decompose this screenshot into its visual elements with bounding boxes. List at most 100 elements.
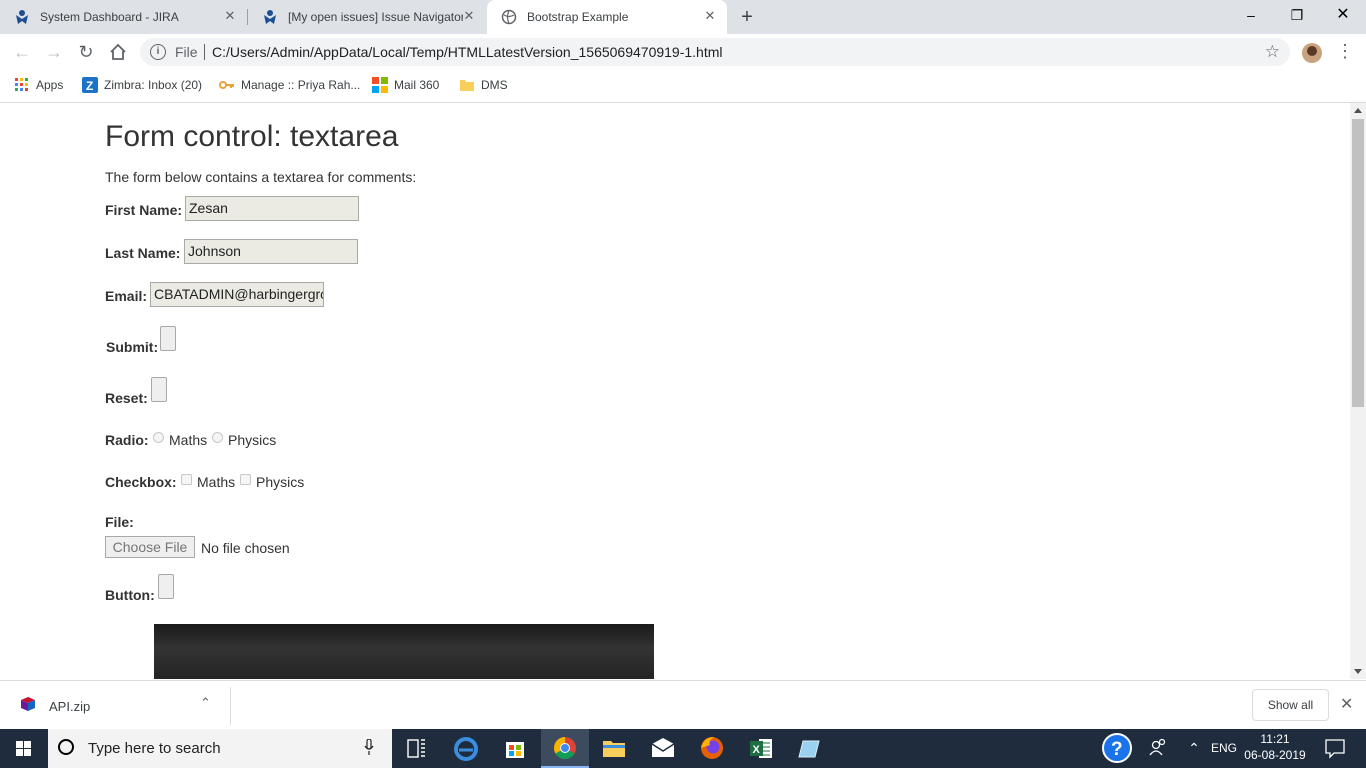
tray-people[interactable]: [1146, 729, 1170, 768]
new-tab-button[interactable]: +: [737, 7, 757, 27]
radio-physics[interactable]: [212, 432, 223, 443]
file-status: No file chosen: [201, 540, 290, 556]
first-name-input[interactable]: Zesan: [185, 196, 359, 221]
bookmark-label: Zimbra: Inbox (20): [104, 78, 203, 92]
taskbar-chrome[interactable]: [541, 729, 589, 768]
taskbar-clock[interactable]: 11:21 06-08-2019: [1240, 731, 1310, 763]
bookmark-zimbra[interactable]: Z Zimbra: Inbox (20): [82, 77, 202, 95]
notes-app-icon: [798, 740, 820, 758]
url-text[interactable]: C:/Users/Admin/AppData/Local/Temp/HTMLLa…: [212, 44, 723, 60]
bookmark-mail360[interactable]: Mail 360: [372, 77, 439, 95]
email-label: Email:: [105, 288, 148, 304]
page-title: Form control: textarea: [105, 120, 399, 153]
taskbar-edge[interactable]: [442, 729, 490, 768]
home-button[interactable]: [106, 40, 130, 64]
download-shelf: API.zip ⌃ Show all ✕: [0, 680, 1366, 730]
chevron-up-icon[interactable]: ⌃: [200, 695, 211, 711]
reset-button[interactable]: [151, 377, 167, 402]
task-view-icon: [407, 739, 425, 758]
svg-text:?: ?: [1111, 739, 1123, 760]
close-icon[interactable]: ✕: [703, 9, 717, 23]
store-icon: [506, 742, 524, 758]
page-intro: The form below contains a textarea for c…: [105, 169, 417, 185]
search-icon: [58, 739, 74, 755]
close-icon[interactable]: ✕: [1340, 694, 1353, 714]
tray-chevron-up-icon[interactable]: ⌃: [1184, 729, 1204, 768]
bookmark-manage[interactable]: Manage :: Priya Rah...: [219, 77, 360, 95]
taskbar-store[interactable]: [491, 729, 539, 768]
chrome-icon: [554, 737, 576, 759]
mail360-icon: [372, 77, 388, 93]
page-image: [154, 624, 654, 679]
scroll-up-arrow-icon[interactable]: [1354, 108, 1362, 113]
bookmark-label: Apps: [36, 78, 64, 92]
edge-icon: [454, 737, 478, 761]
minimize-button[interactable]: –: [1228, 0, 1274, 30]
bookmark-label: Manage :: Priya Rah...: [241, 78, 361, 92]
bookmark-apps[interactable]: Apps: [14, 77, 63, 95]
email-input[interactable]: CBATADMIN@harbingergro: [150, 282, 324, 307]
address-bar[interactable]: i File C:/Users/Admin/AppData/Local/Temp…: [140, 38, 1290, 66]
checkbox-label: Checkbox:: [105, 474, 177, 490]
home-icon: [110, 43, 126, 60]
download-filename[interactable]: API.zip: [49, 699, 90, 714]
submit-button[interactable]: [160, 326, 176, 351]
tray-language[interactable]: ENG: [1211, 729, 1241, 768]
jira-icon: [264, 10, 276, 24]
key-icon: [219, 81, 234, 89]
bookmarks-bar: Apps Z Zimbra: Inbox (20) Manage :: Priya…: [0, 70, 1366, 103]
svg-text:Z: Z: [86, 79, 93, 93]
checkbox-maths[interactable]: [181, 474, 192, 485]
taskbar-firefox[interactable]: [688, 729, 736, 768]
forward-button[interactable]: →: [42, 40, 66, 64]
browser-menu-button[interactable]: ⋮: [1335, 41, 1355, 63]
shelf-divider: [230, 687, 231, 725]
profile-avatar[interactable]: [1302, 43, 1322, 63]
taskbar-file-explorer[interactable]: [590, 729, 638, 768]
reload-button[interactable]: ↻: [74, 40, 98, 64]
page-content: Form control: textarea The form below co…: [0, 103, 1350, 679]
notification-icon: [1325, 739, 1345, 759]
radio-maths-label: Maths: [169, 432, 208, 448]
help-icon: ?: [1102, 733, 1132, 763]
taskbar-app[interactable]: [786, 729, 834, 768]
info-icon[interactable]: i: [150, 44, 166, 60]
close-icon[interactable]: ✕: [223, 9, 237, 23]
taskbar-mail[interactable]: [639, 729, 687, 768]
start-button[interactable]: [0, 729, 48, 768]
search-placeholder: Type here to search: [88, 740, 221, 757]
generic-button[interactable]: [158, 574, 174, 599]
back-button[interactable]: ←: [10, 40, 34, 64]
tab-strip: System Dashboard - JIRA ✕ [My open issue…: [0, 0, 1366, 34]
tray-help[interactable]: ?: [1100, 729, 1134, 768]
close-icon[interactable]: ✕: [462, 9, 476, 23]
bookmark-star-icon[interactable]: ☆: [1265, 42, 1280, 62]
window-close-button[interactable]: ✕: [1320, 0, 1366, 30]
submit-label: Submit:: [106, 339, 159, 355]
checkbox-physics[interactable]: [240, 474, 251, 485]
button-label: Button:: [105, 587, 155, 603]
page-scrollbar[interactable]: [1350, 103, 1366, 679]
taskbar-excel[interactable]: X: [737, 729, 785, 768]
tab-jira-dashboard[interactable]: System Dashboard - JIRA ✕: [0, 0, 247, 34]
svg-text:X: X: [753, 744, 761, 756]
taskbar-search-box[interactable]: Type here to search: [48, 729, 392, 768]
tab-bootstrap-example[interactable]: Bootstrap Example ✕: [487, 0, 727, 34]
show-all-button[interactable]: Show all: [1252, 689, 1329, 721]
last-name-input[interactable]: Johnson: [184, 239, 358, 264]
bookmark-label: DMS: [481, 78, 508, 92]
zimbra-icon: Z: [82, 77, 98, 93]
bookmark-dms[interactable]: DMS: [459, 77, 508, 95]
scrollbar-thumb[interactable]: [1352, 119, 1364, 407]
checkbox-maths-label: Maths: [197, 474, 236, 490]
microphone-icon[interactable]: [364, 739, 374, 755]
restore-button[interactable]: ❐: [1274, 0, 1320, 30]
scroll-down-arrow-icon[interactable]: [1354, 669, 1362, 674]
tray-notifications[interactable]: [1320, 729, 1350, 768]
choose-file-button[interactable]: Choose File: [105, 536, 195, 558]
task-view-button[interactable]: [392, 729, 440, 768]
last-name-label: Last Name:: [105, 245, 181, 261]
tab-issue-navigator[interactable]: [My open issues] Issue Navigator ✕: [248, 0, 486, 34]
people-icon: [1149, 738, 1166, 756]
radio-maths[interactable]: [153, 432, 164, 443]
